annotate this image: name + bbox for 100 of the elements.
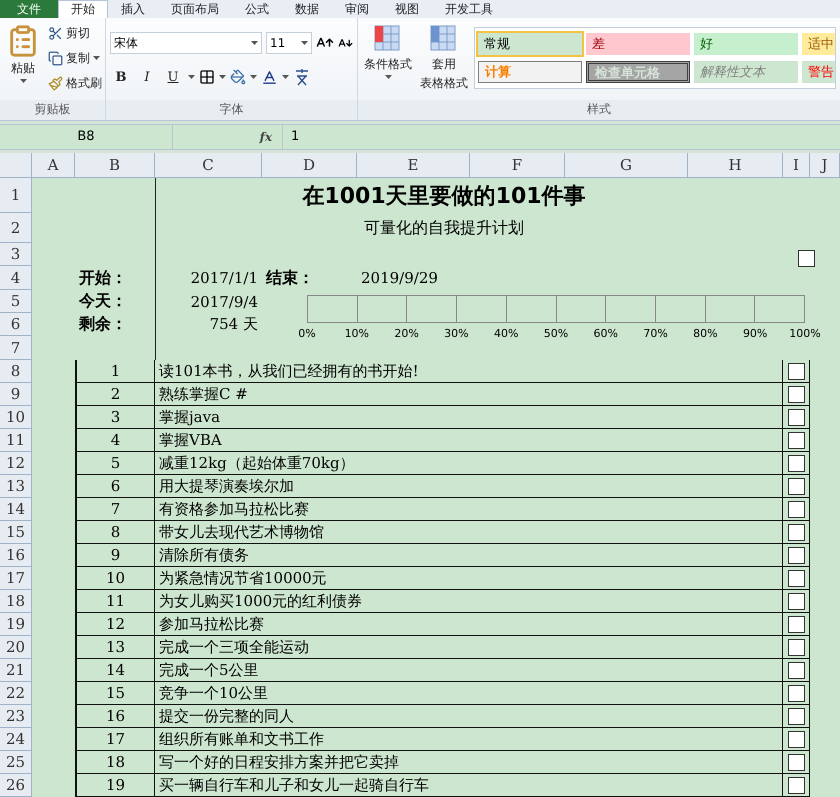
ribbon-tab[interactable]: 公式	[232, 0, 282, 18]
copy-button[interactable]: 复制	[46, 47, 104, 69]
phonetic-guide-icon[interactable]	[293, 68, 311, 86]
row-header[interactable]: 26	[0, 774, 32, 797]
cell-style-option[interactable]: 常规	[478, 33, 582, 55]
checkbox[interactable]	[788, 616, 804, 632]
checkbox[interactable]	[788, 730, 804, 748]
column-header[interactable]: A	[32, 153, 75, 178]
borders-icon[interactable]	[199, 69, 215, 85]
conditional-format-button[interactable]: 条件格式	[362, 22, 414, 100]
caret-icon	[301, 41, 308, 45]
row-header[interactable]: 12	[0, 452, 32, 475]
progress-tick-label: 50%	[542, 327, 570, 340]
paste-button[interactable]: 粘贴	[4, 22, 42, 100]
insert-function-button[interactable]: fx	[173, 124, 283, 149]
checkbox[interactable]	[788, 546, 804, 564]
table-format-button[interactable]: 套用 表格格式	[418, 22, 470, 100]
row-header[interactable]: 21	[0, 659, 32, 682]
row-header[interactable]: 6	[0, 313, 32, 336]
ribbon-tab[interactable]: 开始	[58, 0, 108, 18]
row-header[interactable]: 22	[0, 682, 32, 705]
name-box[interactable]: B8	[0, 124, 173, 149]
caret-icon	[282, 75, 289, 79]
table-cell: 带女儿去现代艺术博物馆	[155, 521, 783, 544]
row-header[interactable]: 18	[0, 590, 32, 613]
row-header[interactable]: 4	[0, 266, 32, 290]
column-header[interactable]: H	[688, 153, 783, 178]
checkbox[interactable]	[788, 638, 804, 656]
column-header[interactable]: I	[783, 153, 810, 178]
row-header[interactable]: 9	[0, 383, 32, 406]
italic-button[interactable]: I	[136, 66, 158, 88]
checkbox[interactable]	[788, 684, 804, 702]
row-header[interactable]: 7	[0, 336, 32, 360]
row-header[interactable]: 3	[0, 243, 32, 266]
column-header[interactable]: C	[155, 153, 262, 178]
ribbon-tab[interactable]: 页面布局	[158, 0, 232, 18]
checkbox[interactable]	[788, 362, 804, 380]
fill-color-icon[interactable]	[230, 69, 246, 85]
row-header[interactable]: 24	[0, 728, 32, 751]
cell-style-option[interactable]: 适中	[802, 33, 835, 55]
row-header[interactable]: 15	[0, 521, 32, 544]
font-color-icon[interactable]	[261, 68, 278, 86]
table-cell: 写一个好的日程安排方案并把它卖掉	[155, 751, 783, 774]
cell-style-option[interactable]: 差	[586, 33, 690, 55]
checkbox[interactable]	[788, 524, 804, 540]
column-header[interactable]: G	[565, 153, 688, 178]
row-header[interactable]: 16	[0, 544, 32, 567]
row-header[interactable]: 1	[0, 178, 32, 213]
row-header[interactable]: 2	[0, 213, 32, 243]
underline-button[interactable]: U	[162, 66, 184, 88]
row-header[interactable]: 11	[0, 429, 32, 452]
row-header[interactable]: 23	[0, 705, 32, 728]
checkbox[interactable]	[788, 662, 804, 678]
row-header[interactable]: 8	[0, 360, 32, 383]
column-header[interactable]: F	[470, 153, 565, 178]
checkbox[interactable]	[788, 478, 804, 494]
ribbon-tab[interactable]: 数据	[282, 0, 332, 18]
row-header[interactable]: 13	[0, 475, 32, 498]
column-header[interactable]: J	[810, 153, 840, 178]
bold-button[interactable]: B	[110, 66, 132, 88]
column-header[interactable]: E	[357, 153, 470, 178]
row-header[interactable]: 5	[0, 290, 32, 313]
table-cell: 清除所有债务	[155, 544, 783, 567]
checkbox[interactable]	[788, 754, 804, 770]
cell-style-option[interactable]: 好	[694, 33, 798, 55]
ribbon-tab[interactable]: 开发工具	[432, 0, 506, 18]
checkbox[interactable]	[788, 386, 804, 402]
checkbox[interactable]	[788, 592, 804, 610]
checkbox[interactable]	[788, 708, 804, 724]
column-header[interactable]: B	[75, 153, 155, 178]
row-header[interactable]: 10	[0, 406, 32, 429]
ribbon-tab[interactable]: 审阅	[332, 0, 382, 18]
caret-icon	[188, 75, 195, 79]
font-size-field[interactable]: 11	[266, 32, 312, 54]
table-cell: 3	[75, 406, 155, 429]
cut-button[interactable]: 剪切	[46, 22, 104, 44]
table-cell: 6	[75, 475, 155, 498]
checkbox[interactable]	[788, 432, 804, 448]
table-cell: 读101本书，从我们已经拥有的书开始!	[155, 360, 783, 383]
ribbon-tab[interactable]: 视图	[382, 0, 432, 18]
checkbox[interactable]	[788, 408, 804, 426]
row-header[interactable]: 17	[0, 567, 32, 590]
font-name-field[interactable]: 宋体	[110, 32, 262, 54]
checkbox[interactable]	[788, 570, 804, 586]
file-tab[interactable]: 文件	[0, 0, 58, 18]
format-painter-button[interactable]: 格式刷	[46, 72, 104, 94]
table-cell: 16	[75, 705, 155, 728]
table-cell: 17	[75, 728, 155, 751]
row-header[interactable]: 25	[0, 751, 32, 774]
checkbox[interactable]	[788, 454, 804, 472]
row-header[interactable]: 14	[0, 498, 32, 521]
row-header[interactable]: 20	[0, 636, 32, 659]
column-header[interactable]: D	[262, 153, 357, 178]
checkbox[interactable]	[788, 500, 804, 518]
table-cell: 为女儿购买1000元的红利债券	[155, 590, 783, 613]
ribbon-tab[interactable]: 插入	[108, 0, 158, 18]
row-header[interactable]: 19	[0, 613, 32, 636]
checkbox[interactable]	[798, 250, 815, 267]
checkbox[interactable]	[788, 776, 804, 794]
formula-value[interactable]: 1	[283, 129, 300, 144]
